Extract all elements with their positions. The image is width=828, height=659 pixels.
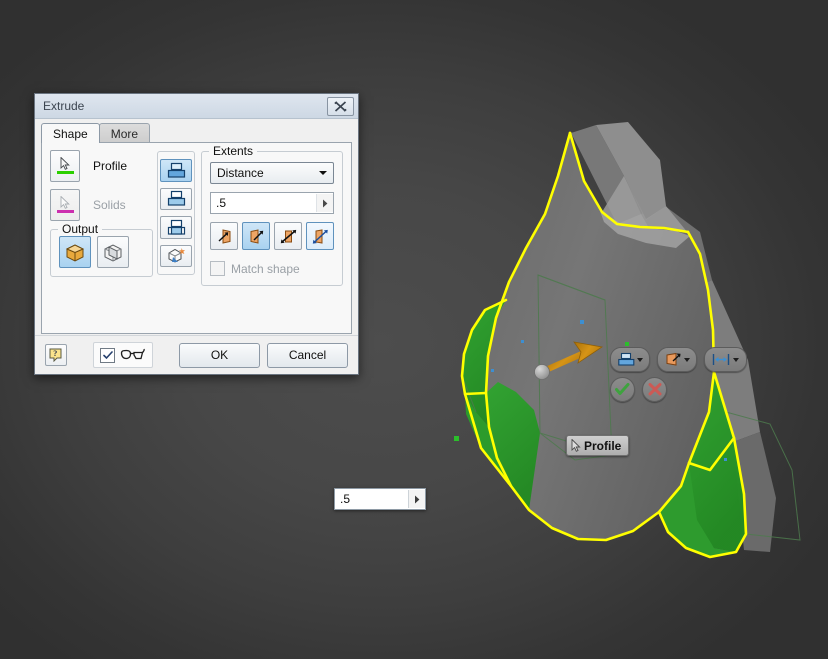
mini-toolbar-row-confirm [610,377,747,402]
ok-button[interactable]: OK [179,342,260,368]
glasses-preview-icon [120,348,145,360]
profile-select-button[interactable] [50,150,80,182]
mini-toolbar[interactable] [610,347,747,402]
shape-columns: Profile Solids Output Extents Distance .… [42,144,351,286]
mini-ok-button[interactable] [610,377,635,402]
help-button[interactable]: ? [45,344,67,366]
distance-spinner[interactable] [316,194,333,212]
distance-value[interactable]: .5 [211,196,316,210]
direction-two-icon [250,228,263,244]
shape-tab-panel: Profile Solids Output Extents Distance .… [41,142,352,334]
direction-one-icon [217,228,230,244]
preview-checkbox[interactable] [100,347,115,363]
dialog-tabstrip[interactable]: Shape More [35,119,358,143]
operation-column [157,151,195,275]
extrude-join-icon [617,352,634,366]
profile-tooltip: Profile [566,435,630,456]
cursor-arrow-icon [60,156,70,170]
mini-cancel-button[interactable] [642,377,667,402]
extrude-dialog[interactable]: Extrude Shape More Profile Solids Output… [34,93,359,375]
checkmark-icon [615,383,630,395]
distance-input[interactable]: .5 [210,192,334,214]
profile-label: Profile [93,159,128,173]
solids-select-row[interactable]: Solids [50,189,153,221]
direction-one-button[interactable] [210,222,238,250]
symmetric-icon [280,229,296,243]
floating-distance-input[interactable]: .5 [334,488,426,510]
tab-more-label: More [110,126,139,141]
extrude-intersect-icon [167,219,185,235]
direction-buttons [210,222,334,250]
match-shape-row[interactable]: Match shape [210,261,334,276]
solids-select-button[interactable] [50,189,80,221]
chevron-down-icon [319,171,327,175]
new-solid-icon [168,248,185,263]
cursor-arrow-icon [571,439,581,452]
cursor-arrow-icon [60,195,70,209]
extents-type-value: Distance [217,166,264,180]
chevron-down-icon [733,357,739,362]
cross-icon [648,383,661,396]
direction-arrow-icon [666,352,680,366]
distance-measure-icon [712,354,730,365]
svg-text:?: ? [53,349,57,358]
extents-type-dropdown-arrow[interactable] [315,164,331,182]
extents-type-combo[interactable]: Distance [210,162,334,184]
match-shape-checkbox[interactable] [210,261,225,276]
extrude-cut-icon [167,191,185,206]
help-question-icon: ? [49,348,62,362]
output-solid-button[interactable] [59,236,91,268]
tab-shape[interactable]: Shape [41,123,100,143]
floating-distance-spinner[interactable] [408,490,425,508]
dialog-titlebar[interactable]: Extrude [35,94,358,119]
solids-underline [56,209,74,213]
preview-toggle[interactable] [93,342,153,368]
operation-intersect-button[interactable] [160,216,193,239]
direction-two-button[interactable] [242,222,270,250]
solid-cube-icon [65,243,85,262]
dialog-title: Extrude [43,99,85,113]
asymmetric-icon [312,228,328,244]
caret-right-icon [323,199,328,207]
floating-distance-value[interactable]: .5 [335,492,408,506]
chevron-down-icon [683,357,690,362]
asymmetric-button[interactable] [306,222,334,250]
cancel-button[interactable]: Cancel [267,342,348,368]
output-surface-button[interactable] [97,236,129,268]
tab-more[interactable]: More [98,123,151,143]
profile-tooltip-label: Profile [584,438,622,453]
profile-underline [56,170,74,174]
mini-distance-button[interactable] [704,347,747,372]
application-window: Profile .5 Extrude Shape More Profile So… [0,0,828,659]
selection-column: Profile Solids Output [50,150,154,286]
operation-new-solid-button[interactable] [160,244,193,267]
profile-select-row[interactable]: Profile [50,150,153,182]
dialog-close-button[interactable] [327,96,354,116]
mini-join-operation-button[interactable] [610,347,650,372]
match-shape-label: Match shape [231,261,300,276]
extrude-join-icon [167,162,185,178]
output-group: Output [50,222,154,277]
mini-direction-button[interactable] [657,347,697,372]
tab-shape-label: Shape [53,126,88,141]
output-group-title: Output [58,222,103,236]
extents-group-title: Extents [209,144,258,158]
surface-cube-icon [104,243,122,262]
output-buttons [59,236,144,268]
extents-group: Extents Distance .5 Match shape [201,144,343,286]
checkmark-icon [102,350,113,359]
solids-label: Solids [93,198,126,212]
symmetric-button[interactable] [274,222,302,250]
operation-join-button[interactable] [160,159,193,182]
chevron-down-icon [636,357,643,362]
dialog-footer: ? OK Cancel [35,335,358,374]
operation-cut-button[interactable] [160,187,193,210]
caret-right-icon [415,495,420,503]
close-icon [334,100,347,112]
mini-toolbar-row-primary [610,347,747,372]
